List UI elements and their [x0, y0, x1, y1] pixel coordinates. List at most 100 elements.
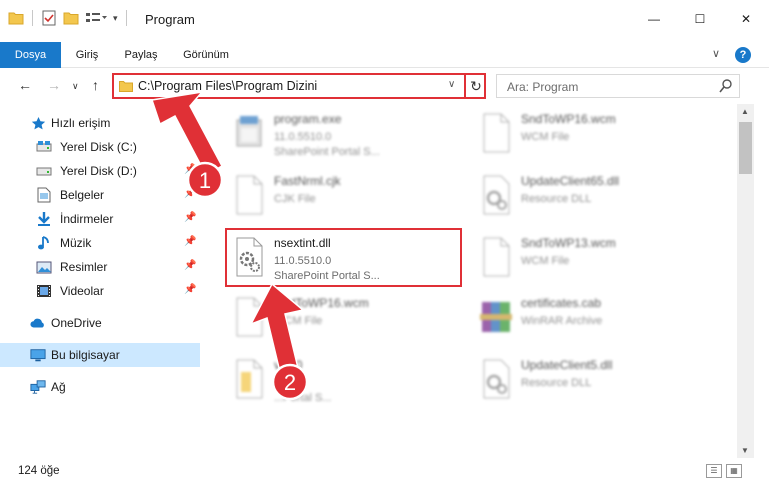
sidebar-item-pictures[interactable]: Resimler 📌 — [0, 255, 200, 279]
file-item[interactable]: UpdateClient65.dll Resource DLL — [472, 166, 712, 224]
file-details: 11.0.5510.0 SharePoint Portal S... — [274, 255, 380, 282]
status-bar: 124 öğe ☰ ▦ — [0, 458, 769, 494]
window-title: Program — [145, 12, 195, 27]
blank-file-icon — [236, 359, 263, 399]
tab-gorunum[interactable]: Görünüm — [172, 42, 240, 68]
download-icon — [36, 211, 52, 227]
exe-icon — [236, 116, 262, 147]
network-icon — [30, 379, 46, 395]
file-item[interactable]: v.....0 ...0 ...Portal S... — [225, 350, 465, 408]
item-count: 124 öğe — [18, 465, 60, 477]
toolbar-dropdown-icon[interactable]: ▾ — [113, 13, 118, 24]
sidebar-label: Belgeler — [60, 188, 105, 202]
pin-icon[interactable]: 📌 — [184, 236, 196, 247]
details-view-icon[interactable]: ☰ — [706, 464, 722, 478]
close-button[interactable]: ✕ — [723, 0, 769, 38]
tab-paylas[interactable]: Paylaş — [114, 42, 168, 68]
vertical-scrollbar[interactable]: ▲ ▼ — [737, 104, 754, 458]
file-details: WCM File — [274, 315, 323, 327]
pin-icon[interactable]: 📌 — [184, 284, 196, 295]
pictures-icon — [36, 259, 52, 275]
file-item[interactable]: program.exe 11.0.5510.0 SharePoint Portal… — [225, 104, 465, 162]
cloud-icon — [30, 315, 46, 331]
sidebar-item-videos[interactable]: Videolar 📌 — [0, 279, 200, 303]
sidebar-item-quick-access[interactable]: Hızlı erişim — [0, 111, 200, 135]
scroll-down-icon[interactable]: ▼ — [741, 446, 749, 455]
file-name: program.exe — [274, 112, 342, 126]
sidebar-item-downloads[interactable]: İndirmeler 📌 — [0, 207, 200, 231]
minimize-button[interactable]: — — [631, 0, 677, 38]
refresh-button[interactable]: ↻ — [464, 73, 486, 99]
sidebar-label: Yerel Disk (D:) — [60, 164, 137, 178]
address-path: C:\Program Files\Program Dizini — [138, 79, 318, 93]
file-name: v.....0 — [274, 358, 303, 372]
sidebar-label: Videolar — [60, 284, 104, 298]
forward-arrow-icon[interactable]: → — [47, 77, 61, 93]
search-box[interactable]: Ara: Program — [496, 74, 740, 98]
pin-icon[interactable]: 📌 — [184, 188, 196, 199]
address-dropdown-icon[interactable]: ∨ — [448, 79, 455, 90]
pin-icon[interactable]: 📌 — [184, 212, 196, 223]
file-item[interactable]: SndToWP16.wcm WCM File — [225, 288, 465, 346]
file-name: nsextint.dll — [274, 236, 331, 250]
file-item[interactable]: certificates.cab WinRAR Archive — [472, 288, 712, 346]
up-arrow-icon[interactable]: ↑ — [92, 77, 99, 93]
properties-icon[interactable] — [41, 10, 57, 26]
pin-icon[interactable]: 📌 — [184, 260, 196, 271]
recent-locations-icon[interactable]: ∨ — [72, 81, 79, 92]
folder-icon — [119, 81, 133, 92]
drive-icon — [36, 139, 52, 155]
scrollbar-thumb[interactable] — [739, 122, 752, 174]
file-item[interactable]: SndToWP13.wcm WCM File — [472, 228, 712, 286]
pin-icon[interactable]: 📌 — [184, 164, 196, 175]
tiles-view-icon[interactable]: ▦ — [726, 464, 742, 478]
sidebar-item-onedrive[interactable]: OneDrive — [0, 311, 200, 335]
help-icon[interactable]: ? — [735, 47, 751, 63]
navigation-pane: Hızlı erişim Yerel Disk (C:) Yerel Disk … — [0, 104, 200, 458]
sidebar-label: Bu bilgisayar — [51, 348, 120, 362]
sidebar-label: Yerel Disk (C:) — [60, 140, 137, 154]
sidebar-label: Müzik — [60, 236, 92, 250]
file-name: UpdateClient65.dll — [521, 174, 620, 188]
documents-icon — [36, 187, 52, 203]
customize-toolbar-icon[interactable] — [85, 11, 107, 25]
folder-icon — [8, 12, 24, 25]
music-icon — [36, 235, 52, 251]
file-item[interactable]: FastNrml.cjk CJK File — [225, 166, 465, 224]
tab-giris[interactable]: Giriş — [62, 42, 112, 68]
search-icon[interactable] — [719, 78, 733, 94]
sidebar-item-music[interactable]: Müzik 📌 — [0, 231, 200, 255]
dll-icon — [236, 237, 263, 277]
dll-icon — [483, 359, 510, 399]
maximize-button[interactable]: ☐ — [677, 0, 723, 38]
scroll-up-icon[interactable]: ▲ — [741, 107, 749, 116]
star-icon — [30, 115, 46, 131]
sidebar-item-network[interactable]: Ağ — [0, 375, 200, 399]
file-item-nsextint-dll[interactable]: nsextint.dll 11.0.5510.0 SharePoint Porta… — [225, 228, 465, 286]
file-details: Resource DLL — [521, 377, 592, 389]
file-details: ...0 ...Portal S... — [274, 377, 332, 404]
sidebar-item-disk-c[interactable]: Yerel Disk (C:) — [0, 135, 200, 159]
sidebar-item-this-pc[interactable]: Bu bilgisayar — [0, 343, 200, 367]
window-controls: — ☐ ✕ — [631, 0, 769, 38]
file-name: SndToWP16.wcm — [521, 112, 616, 126]
file-name: UpdateClient5.dll — [521, 358, 613, 372]
quick-access-toolbar: ▾ — [8, 10, 129, 26]
blank-file-icon — [483, 113, 510, 153]
sidebar-label: Resimler — [60, 260, 108, 274]
sidebar-item-documents[interactable]: Belgeler 📌 — [0, 183, 200, 207]
expand-ribbon-icon[interactable]: ∨ — [712, 47, 720, 60]
file-details: Resource DLL — [521, 193, 592, 205]
file-item[interactable]: UpdateClient5.dll Resource DLL — [472, 350, 712, 408]
file-name: SndToWP13.wcm — [521, 236, 616, 250]
file-details: WinRAR Archive — [521, 315, 603, 327]
ribbon-tabs: Dosya Giriş Paylaş Görünüm ∨ ? — [0, 42, 769, 100]
address-bar[interactable]: C:\Program Files\Program Dizini ∨ ↻ — [112, 73, 486, 99]
file-item[interactable]: SndToWP16.wcm WCM File — [472, 104, 712, 162]
file-list: program.exe 11.0.5510.0 SharePoint Portal… — [200, 104, 737, 458]
new-folder-icon[interactable] — [63, 11, 79, 25]
back-arrow-icon[interactable]: ← — [18, 77, 32, 93]
sidebar-item-disk-d[interactable]: Yerel Disk (D:) 📌 — [0, 159, 200, 183]
videos-icon — [36, 283, 52, 299]
file-details: 11.0.5510.0 SharePoint Portal S... — [274, 131, 380, 158]
